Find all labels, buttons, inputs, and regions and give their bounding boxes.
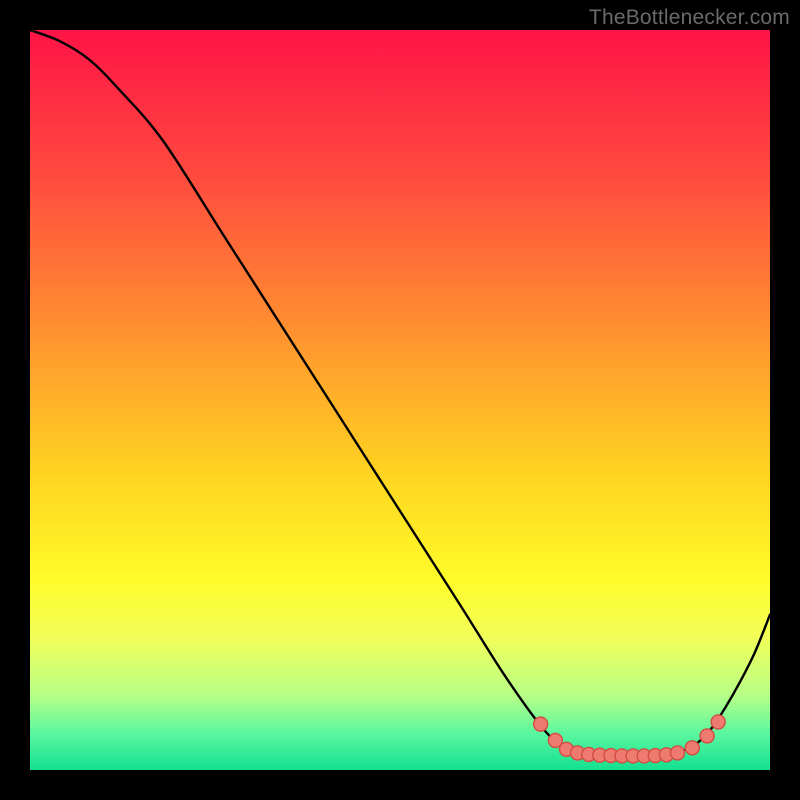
- chart-plot: [30, 30, 770, 770]
- attribution-text: TheBottlenecker.com: [589, 6, 790, 30]
- data-marker: [534, 717, 548, 731]
- data-marker: [671, 746, 685, 760]
- data-marker: [711, 715, 725, 729]
- gradient-background: [30, 30, 770, 770]
- data-marker: [685, 741, 699, 755]
- data-marker: [700, 729, 714, 743]
- chart-frame: TheBottlenecker.com: [0, 0, 800, 800]
